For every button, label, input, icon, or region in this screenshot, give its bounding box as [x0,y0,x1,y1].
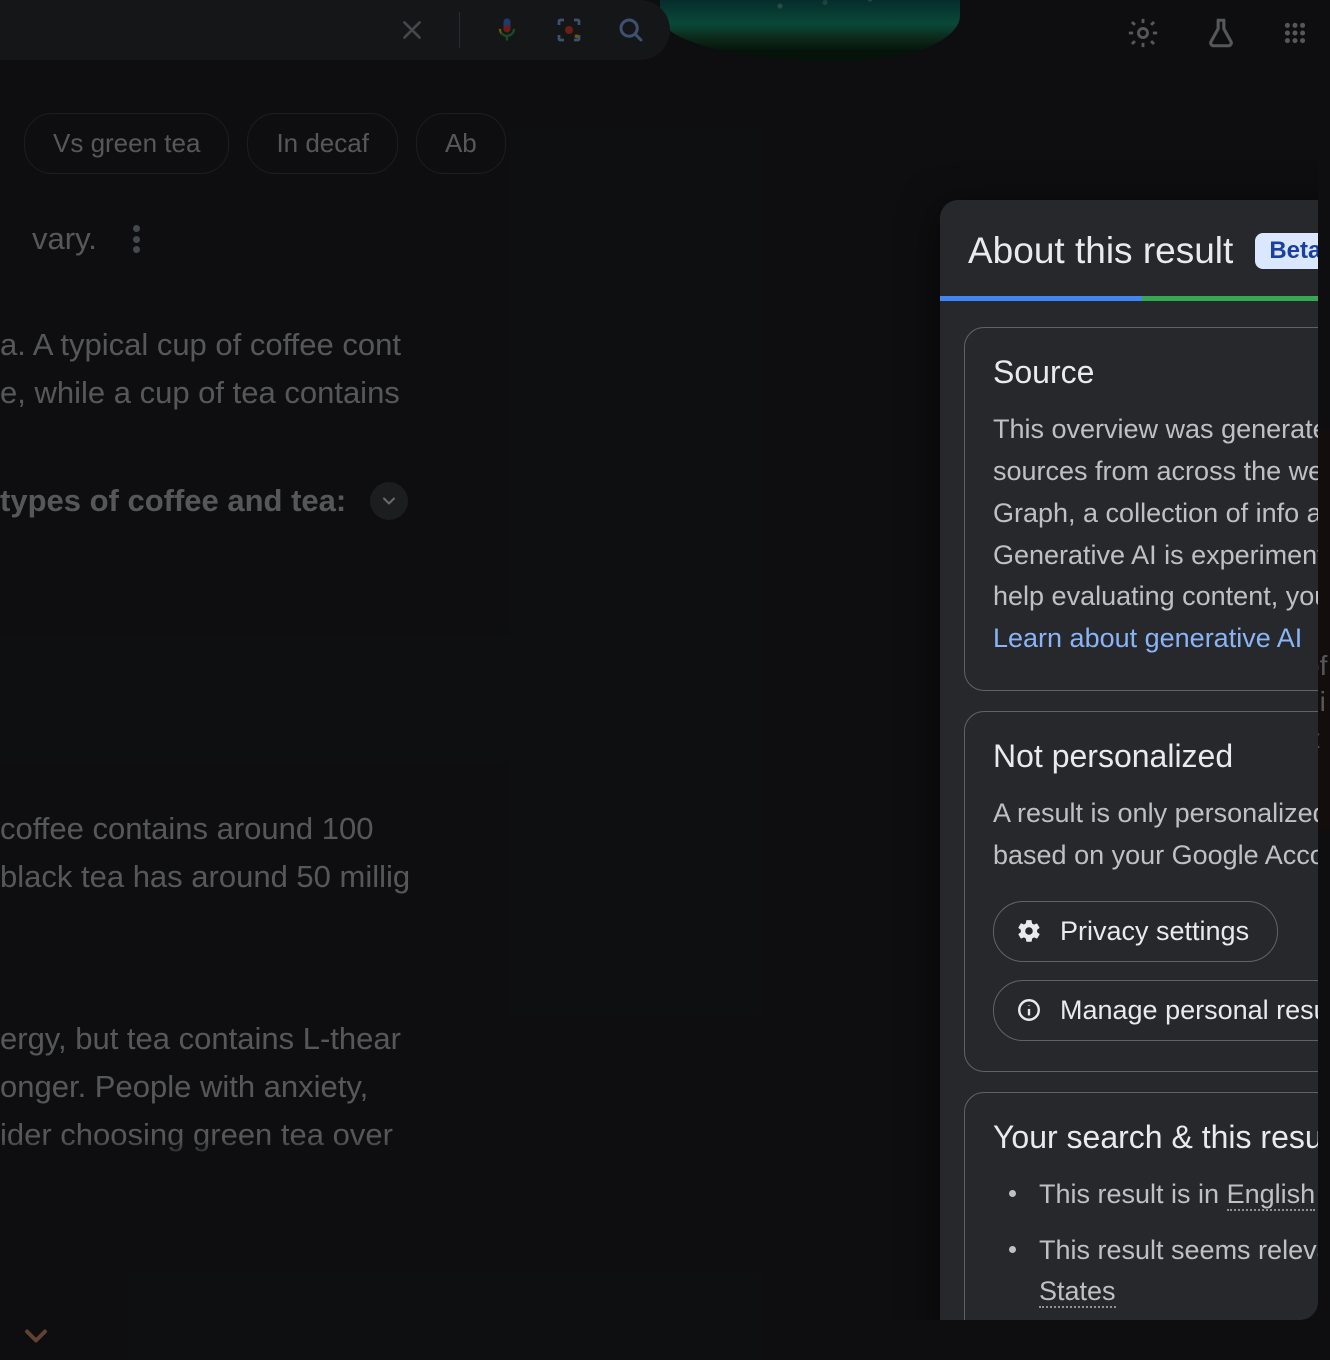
card-heading: Your search & this result [993,1119,1318,1156]
card-heading: Source [993,354,1318,391]
list-item: This result is in English [1009,1174,1318,1216]
language-value: English [1227,1179,1316,1211]
privacy-settings-button[interactable]: Privacy settings [993,901,1278,962]
beta-badge: Beta [1255,233,1318,269]
learn-generative-ai-link[interactable]: Learn about generative AI [993,623,1302,653]
about-this-result-modal: About this result Beta Source This overv… [940,200,1318,1320]
card-body: A result is only personalized when it se… [993,798,1318,870]
your-search-card: Your search & this result This result is… [964,1092,1318,1320]
button-label: Manage personal results [1060,995,1318,1026]
not-personalized-card: Not personalized A result is only person… [964,711,1318,1072]
modal-header: About this result Beta [940,200,1318,296]
modal-title: About this result [968,230,1233,272]
list-item: This result seems relevant for searches … [1009,1230,1318,1314]
card-heading: Not personalized [993,738,1318,775]
card-body: This overview was generated with the hel… [993,414,1318,611]
source-card: Source This overview was generated with … [964,327,1318,691]
button-label: Privacy settings [1060,916,1249,947]
manage-personal-results-button[interactable]: Manage personal results [993,980,1318,1041]
color-stripe [940,296,1318,301]
